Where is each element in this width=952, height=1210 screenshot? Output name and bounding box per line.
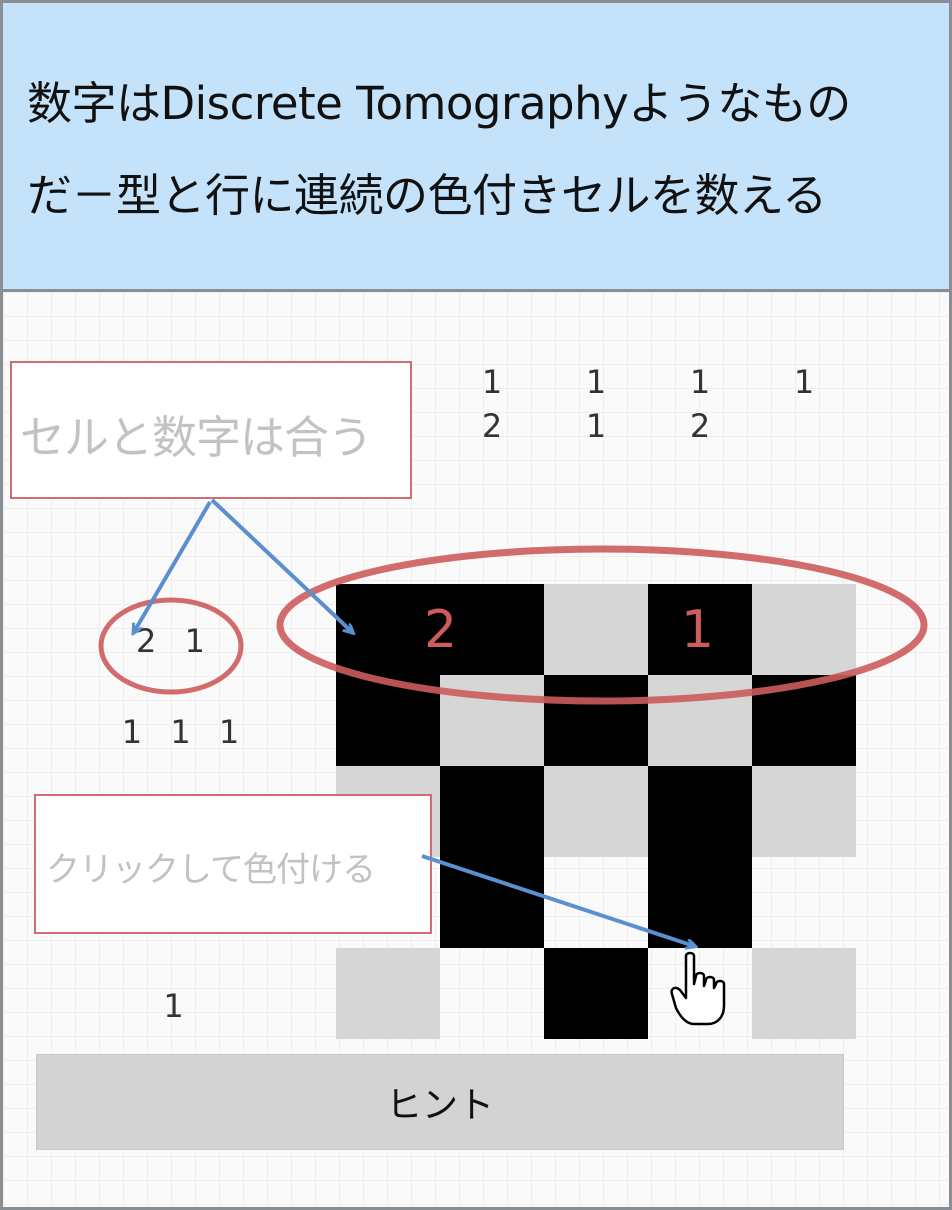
grid-cell-r2-c2[interactable]	[440, 675, 544, 766]
row-clue-1: 2 1	[136, 622, 214, 660]
instruction-header: 数字はDiscrete Tomographyようなもの だ－型と行に連続の色付き…	[3, 3, 949, 289]
grid-cell-r1-c5[interactable]	[752, 584, 856, 675]
column-clue-3-top: 1	[689, 363, 711, 401]
hint-button[interactable]: ヒント	[36, 1054, 844, 1150]
grid-cell-r3-c4[interactable]	[648, 766, 752, 857]
grid-cell-r3-c2[interactable]	[440, 766, 544, 857]
run-label-1: 1	[681, 600, 715, 660]
grid-cell-r3-c3[interactable]	[544, 766, 648, 857]
column-clue-1-top: 1	[481, 363, 503, 401]
column-clue-3-bottom: 2	[689, 407, 711, 445]
callout-cells-match-numbers: セルと数字は合う	[10, 361, 412, 499]
column-clue-4-top: 1	[793, 363, 815, 401]
grid-cell-r2-c1[interactable]	[336, 675, 440, 766]
grid-cell-r2-c5[interactable]	[752, 675, 856, 766]
grid-cell-r2-c3[interactable]	[544, 675, 648, 766]
hint-button-label: ヒント	[385, 1085, 494, 1126]
grid-cell-r5-c1[interactable]	[336, 948, 440, 1039]
grid-cell-r3-c5[interactable]	[752, 766, 856, 857]
column-clue-2-bottom: 1	[585, 407, 607, 445]
header-line-1: 数字はDiscrete Tomographyようなもの	[27, 77, 851, 130]
grid-cell-r5-c5[interactable]	[752, 948, 856, 1039]
grid-cell-r1-c3[interactable]	[544, 584, 648, 675]
grid-cell-r4-c5[interactable]	[752, 857, 856, 948]
grid-cell-r2-c4[interactable]	[648, 675, 752, 766]
grid-cell-r5-c3[interactable]	[544, 948, 648, 1039]
grid-cell-r4-c3[interactable]	[544, 857, 648, 948]
column-clue-2-top: 1	[585, 363, 607, 401]
row-clue-5: 1	[163, 987, 193, 1025]
column-clue-1-bottom: 2	[481, 407, 503, 445]
grid-cell-r5-c2[interactable]	[440, 948, 544, 1039]
callout-click-to-color: クリックして色付ける	[34, 794, 432, 934]
grid-cell-r4-c2[interactable]	[440, 857, 544, 948]
grid-cell-r4-c4[interactable]	[648, 857, 752, 948]
header-line-2: だ－型と行に連続の色付きセルを数える	[27, 169, 827, 222]
row-clue-2: 1 1 1	[121, 713, 249, 751]
run-label-2: 2	[424, 600, 458, 660]
grid-cell-r5-c4[interactable]	[648, 948, 752, 1039]
